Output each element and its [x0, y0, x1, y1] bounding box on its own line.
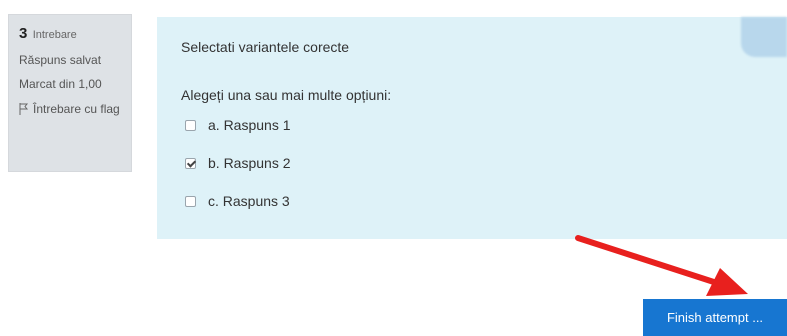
answer-prompt: Alegeți una sau mai multe opțiuni: [181, 87, 392, 103]
corner-decoration [741, 17, 787, 57]
finish-attempt-button[interactable]: Finish attempt ... [643, 299, 787, 336]
flag-question-link[interactable]: Întrebare cu flag [19, 102, 121, 116]
question-info-panel: 3 Intrebare Răspuns salvat Marcat din 1,… [8, 14, 132, 172]
answer-label-c[interactable]: c. Raspuns 3 [208, 193, 290, 209]
question-text: Selectati variantele corecte [181, 39, 350, 55]
answer-status: Răspuns salvat [19, 53, 102, 67]
flag-question-label[interactable]: Întrebare cu flag [33, 102, 120, 116]
question-mark: Marcat din 1,00 [19, 77, 102, 92]
answer-option-a[interactable]: a. Raspuns 1 [181, 114, 763, 136]
answer-checkbox-c[interactable] [185, 195, 196, 207]
answer-checkbox-b[interactable] [185, 157, 196, 169]
answer-option-b[interactable]: b. Raspuns 2 [181, 152, 763, 174]
answer-checkbox-a[interactable] [185, 119, 196, 131]
question-number-row: 3 Intrebare [19, 25, 121, 43]
question-word: Intrebare [32, 29, 77, 41]
question-content-panel: Selectati variantele corecte Alegeți una… [157, 17, 787, 239]
answer-label-b[interactable]: b. Raspuns 2 [208, 155, 291, 171]
flag-icon [19, 102, 29, 115]
red-arrow-annotation [575, 235, 748, 296]
answer-label-a[interactable]: a. Raspuns 1 [208, 117, 291, 133]
question-number: 3 [19, 25, 28, 42]
answer-option-c[interactable]: c. Raspuns 3 [181, 190, 763, 212]
